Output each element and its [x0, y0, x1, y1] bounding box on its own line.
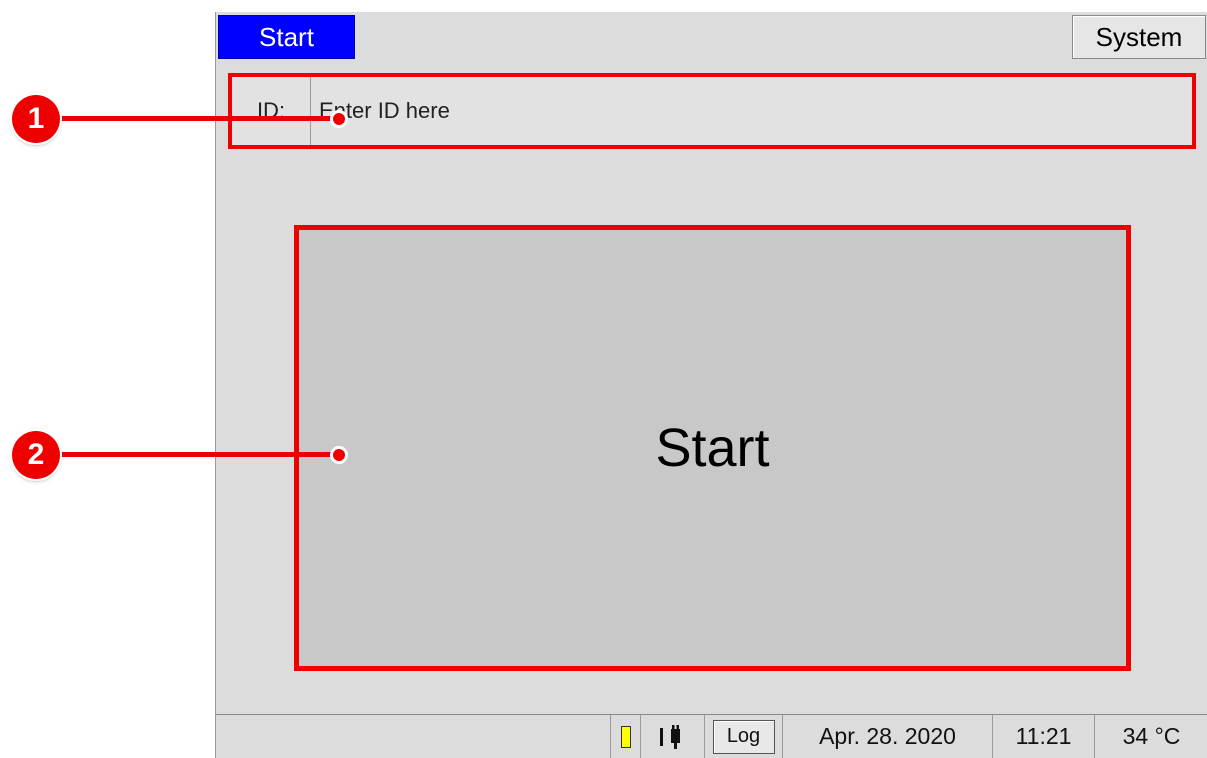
- log-button[interactable]: Log: [712, 719, 775, 754]
- plug-icon: [659, 724, 680, 749]
- id-entry-row: ID:: [228, 73, 1196, 149]
- callout-2-marker: 2: [12, 431, 60, 479]
- status-bar: Log Apr. 28. 2020 11:21 34 °C: [216, 714, 1207, 758]
- callout-1-dot: [330, 110, 348, 128]
- date-display: Apr. 28. 2020: [782, 715, 992, 758]
- power-cell: [640, 715, 704, 758]
- battery-cell: [610, 715, 640, 758]
- battery-icon: [620, 725, 631, 748]
- start-button[interactable]: Start: [294, 225, 1131, 671]
- start-button-label: Start: [655, 418, 770, 478]
- log-cell: Log: [704, 715, 782, 758]
- id-label: ID:: [232, 77, 311, 145]
- callout-1-leader: [40, 116, 340, 121]
- temperature-display: 34 °C: [1094, 715, 1207, 758]
- time-display: 11:21: [992, 715, 1094, 758]
- id-input[interactable]: [311, 77, 1192, 145]
- tab-start[interactable]: Start: [218, 15, 355, 59]
- callout-1-marker: 1: [12, 95, 60, 143]
- callout-2-dot: [330, 446, 348, 464]
- device-screen: Start System ID: Start Log Apr. 28. 2020…: [215, 12, 1207, 758]
- tab-system[interactable]: System: [1072, 15, 1206, 59]
- callout-2-leader: [40, 452, 340, 457]
